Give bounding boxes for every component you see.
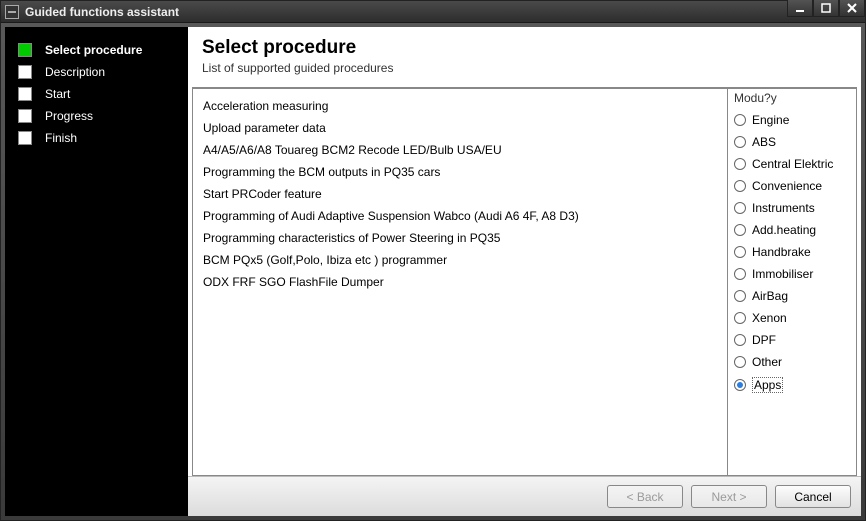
radio-label: Instruments [752, 201, 815, 215]
maximize-button[interactable] [813, 0, 839, 17]
step-indicator-icon [18, 87, 32, 101]
module-radio-abs[interactable]: ABS [734, 131, 850, 153]
radio-icon [734, 224, 746, 236]
module-radio-convenience[interactable]: Convenience [734, 175, 850, 197]
module-radio-xenon[interactable]: Xenon [734, 307, 850, 329]
page-subtitle: List of supported guided procedures [202, 61, 847, 75]
module-radio-instruments[interactable]: Instruments [734, 197, 850, 219]
step-label: Finish [45, 131, 188, 145]
close-icon [847, 3, 857, 13]
radio-label: Engine [752, 113, 789, 127]
radio-label: Convenience [752, 179, 822, 193]
step-label: Start [45, 87, 188, 101]
radio-icon [734, 290, 746, 302]
next-button[interactable]: Next > [691, 485, 767, 508]
radio-label: DPF [752, 333, 776, 347]
module-radio-dpf[interactable]: DPF [734, 329, 850, 351]
step-indicator-icon [18, 131, 32, 145]
list-item[interactable]: Programming characteristics of Power Ste… [193, 227, 727, 249]
module-radio-add-heating[interactable]: Add.heating [734, 219, 850, 241]
step-label: Progress [45, 109, 188, 123]
module-radio-immobiliser[interactable]: Immobiliser [734, 263, 850, 285]
wizard-step-finish[interactable]: Finish [5, 127, 188, 149]
radio-icon [734, 312, 746, 324]
radio-icon [734, 246, 746, 258]
module-radio-handbrake[interactable]: Handbrake [734, 241, 850, 263]
close-button[interactable] [839, 0, 865, 17]
module-radio-airbag[interactable]: AirBag [734, 285, 850, 307]
minimize-icon [795, 3, 805, 13]
step-indicator-icon [18, 109, 32, 123]
page-title: Select procedure [202, 37, 847, 59]
wizard-step-start[interactable]: Start [5, 83, 188, 105]
app-icon [5, 5, 19, 19]
window-title: Guided functions assistant [25, 5, 179, 19]
radio-icon [734, 114, 746, 126]
maximize-icon [821, 3, 831, 13]
cancel-button[interactable]: Cancel [775, 485, 851, 508]
wizard-footer: < Back Next > Cancel [188, 476, 861, 516]
module-group-label: Modu?y [734, 91, 850, 105]
module-group: Modu?y Engine ABS Central Elektric Convenie… [727, 88, 857, 476]
step-indicator-icon [18, 65, 32, 79]
radio-icon [734, 379, 746, 391]
radio-icon [734, 158, 746, 170]
list-item[interactable]: BCM PQx5 (Golf,Polo, Ibiza etc ) program… [193, 249, 727, 271]
radio-icon [734, 268, 746, 280]
minimize-button[interactable] [787, 0, 813, 17]
list-item[interactable]: Upload parameter data [193, 117, 727, 139]
module-radio-apps[interactable]: Apps [734, 373, 850, 397]
body-area: Select procedure Description Start Progress… [5, 27, 861, 516]
radio-label: AirBag [752, 289, 788, 303]
procedure-list[interactable]: Acceleration measuringUpload parameter d… [192, 88, 727, 476]
step-label: Select procedure [45, 43, 188, 57]
radio-label: Xenon [752, 311, 787, 325]
radio-label: Add.heating [752, 223, 816, 237]
radio-icon [734, 356, 746, 368]
wizard-sidebar: Select procedure Description Start Progress… [5, 27, 188, 516]
radio-icon [734, 334, 746, 346]
back-button[interactable]: < Back [607, 485, 683, 508]
list-item[interactable]: A4/A5/A6/A8 Touareg BCM2 Recode LED/Bulb… [193, 139, 727, 161]
list-item[interactable]: ODX FRF SGO FlashFile Dumper [193, 271, 727, 293]
list-item[interactable]: Start PRCoder feature [193, 183, 727, 205]
radio-label: Immobiliser [752, 267, 813, 281]
wizard-step-select-procedure[interactable]: Select procedure [5, 39, 188, 61]
main-panel: Select procedure List of supported guide… [188, 27, 861, 516]
main-header: Select procedure List of supported guide… [188, 27, 861, 83]
radio-icon [734, 180, 746, 192]
radio-icon [734, 136, 746, 148]
titlebar: Guided functions assistant [1, 1, 865, 23]
content-area: Acceleration measuringUpload parameter d… [192, 87, 857, 476]
radio-icon [734, 202, 746, 214]
module-radio-central-elektric[interactable]: Central Elektric [734, 153, 850, 175]
radio-label: Apps [752, 377, 783, 393]
step-label: Description [45, 65, 188, 79]
module-radio-engine[interactable]: Engine [734, 109, 850, 131]
list-item[interactable]: Programming of Audi Adaptive Suspension … [193, 205, 727, 227]
radio-label: Central Elektric [752, 157, 833, 171]
radio-label: Other [752, 355, 782, 369]
radio-label: ABS [752, 135, 776, 149]
list-item[interactable]: Programming the BCM outputs in PQ35 cars [193, 161, 727, 183]
module-radio-other[interactable]: Other [734, 351, 850, 373]
window-controls [787, 0, 865, 17]
radio-label: Handbrake [752, 245, 811, 259]
list-item[interactable]: Acceleration measuring [193, 95, 727, 117]
step-indicator-icon [18, 43, 32, 57]
wizard-step-description[interactable]: Description [5, 61, 188, 83]
wizard-step-progress[interactable]: Progress [5, 105, 188, 127]
app-window: Guided functions assistant Select proced… [0, 0, 866, 521]
